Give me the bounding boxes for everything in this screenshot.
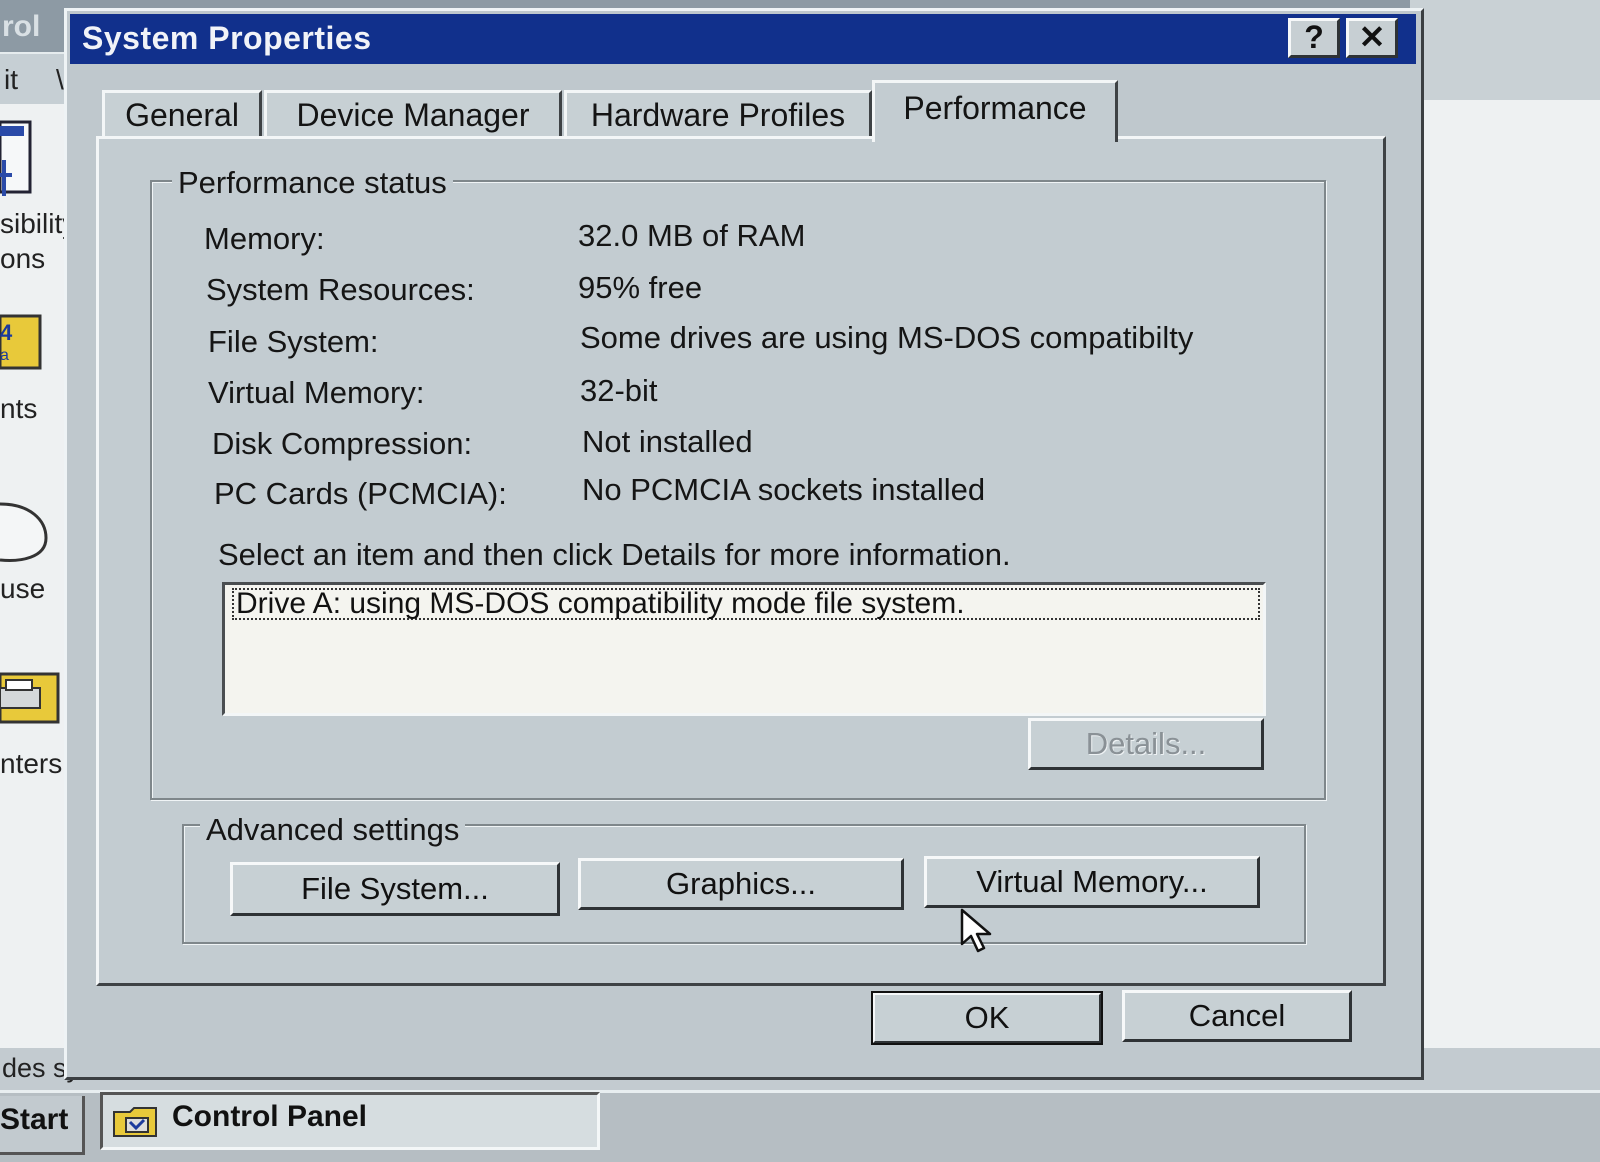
menu-item-view[interactable]: \ [56, 64, 64, 96]
icon-label-mouse[interactable]: use [0, 573, 45, 605]
memory-label: Memory: [204, 221, 325, 256]
dialog-title: System Properties [82, 20, 372, 56]
taskbar-item-label: Control Panel [172, 1100, 368, 1133]
virtual-memory-label: Virtual Memory: [208, 375, 425, 410]
close-icon: ✕ [1358, 19, 1386, 55]
icon-label-options[interactable]: ons [0, 243, 45, 275]
details-instruction: Select an item and then click Details fo… [218, 537, 1011, 572]
tab-general[interactable]: General [102, 90, 262, 138]
printers-icon[interactable] [0, 664, 64, 726]
icon-label-printers[interactable]: nters [0, 748, 62, 780]
pc-cards-label: PC Cards (PCMCIA): [214, 476, 507, 511]
advanced-settings-label: Advanced settings [200, 812, 466, 848]
file-system-button[interactable]: File System... [230, 862, 560, 916]
virtual-memory-button[interactable]: Virtual Memory... [924, 856, 1260, 908]
fonts-icon[interactable]: 4 a [0, 314, 44, 372]
control-panel-folder-icon [113, 1107, 157, 1137]
control-panel-icon-area-right [1410, 100, 1600, 1048]
disk-compression-value: Not installed [582, 424, 753, 459]
close-button[interactable]: ✕ [1346, 18, 1398, 58]
menu-item-edit[interactable]: it [4, 64, 18, 96]
help-icon: ? [1304, 19, 1324, 55]
accessibility-icon[interactable] [0, 120, 40, 196]
tab-hardware-profiles[interactable]: Hardware Profiles [564, 90, 872, 138]
disk-compression-label: Disk Compression: [212, 426, 473, 461]
details-button[interactable]: Details... [1028, 718, 1264, 770]
icon-label-fonts[interactable]: nts [0, 393, 37, 425]
tab-performance[interactable]: Performance [872, 80, 1118, 142]
control-panel-title: rol [2, 10, 41, 43]
start-button-label: Start [0, 1103, 69, 1136]
svg-text:4: 4 [0, 320, 13, 345]
svg-text:a: a [0, 347, 9, 364]
graphics-button[interactable]: Graphics... [578, 858, 904, 910]
control-panel-toolbar-area [1410, 0, 1600, 100]
cancel-button[interactable]: Cancel [1122, 990, 1352, 1042]
ok-button[interactable]: OK [871, 991, 1103, 1045]
list-item[interactable]: Drive A: using MS-DOS compatibility mode… [232, 588, 1260, 620]
system-resources-label: System Resources: [206, 272, 475, 307]
tab-device-manager[interactable]: Device Manager [264, 90, 562, 138]
performance-status-label: Performance status [172, 165, 453, 201]
system-resources-value: 95% free [578, 270, 703, 305]
pc-cards-value: No PCMCIA sockets installed [582, 472, 986, 507]
file-system-label: File System: [208, 324, 379, 359]
mouse-pointer-icon [960, 908, 992, 953]
help-button[interactable]: ? [1288, 18, 1340, 58]
mouse-icon[interactable] [0, 498, 50, 566]
virtual-memory-value: 32-bit [580, 373, 658, 408]
memory-value: 32.0 MB of RAM [578, 218, 806, 253]
file-system-value: Some drives are using MS-DOS compatibilt… [580, 320, 1194, 355]
